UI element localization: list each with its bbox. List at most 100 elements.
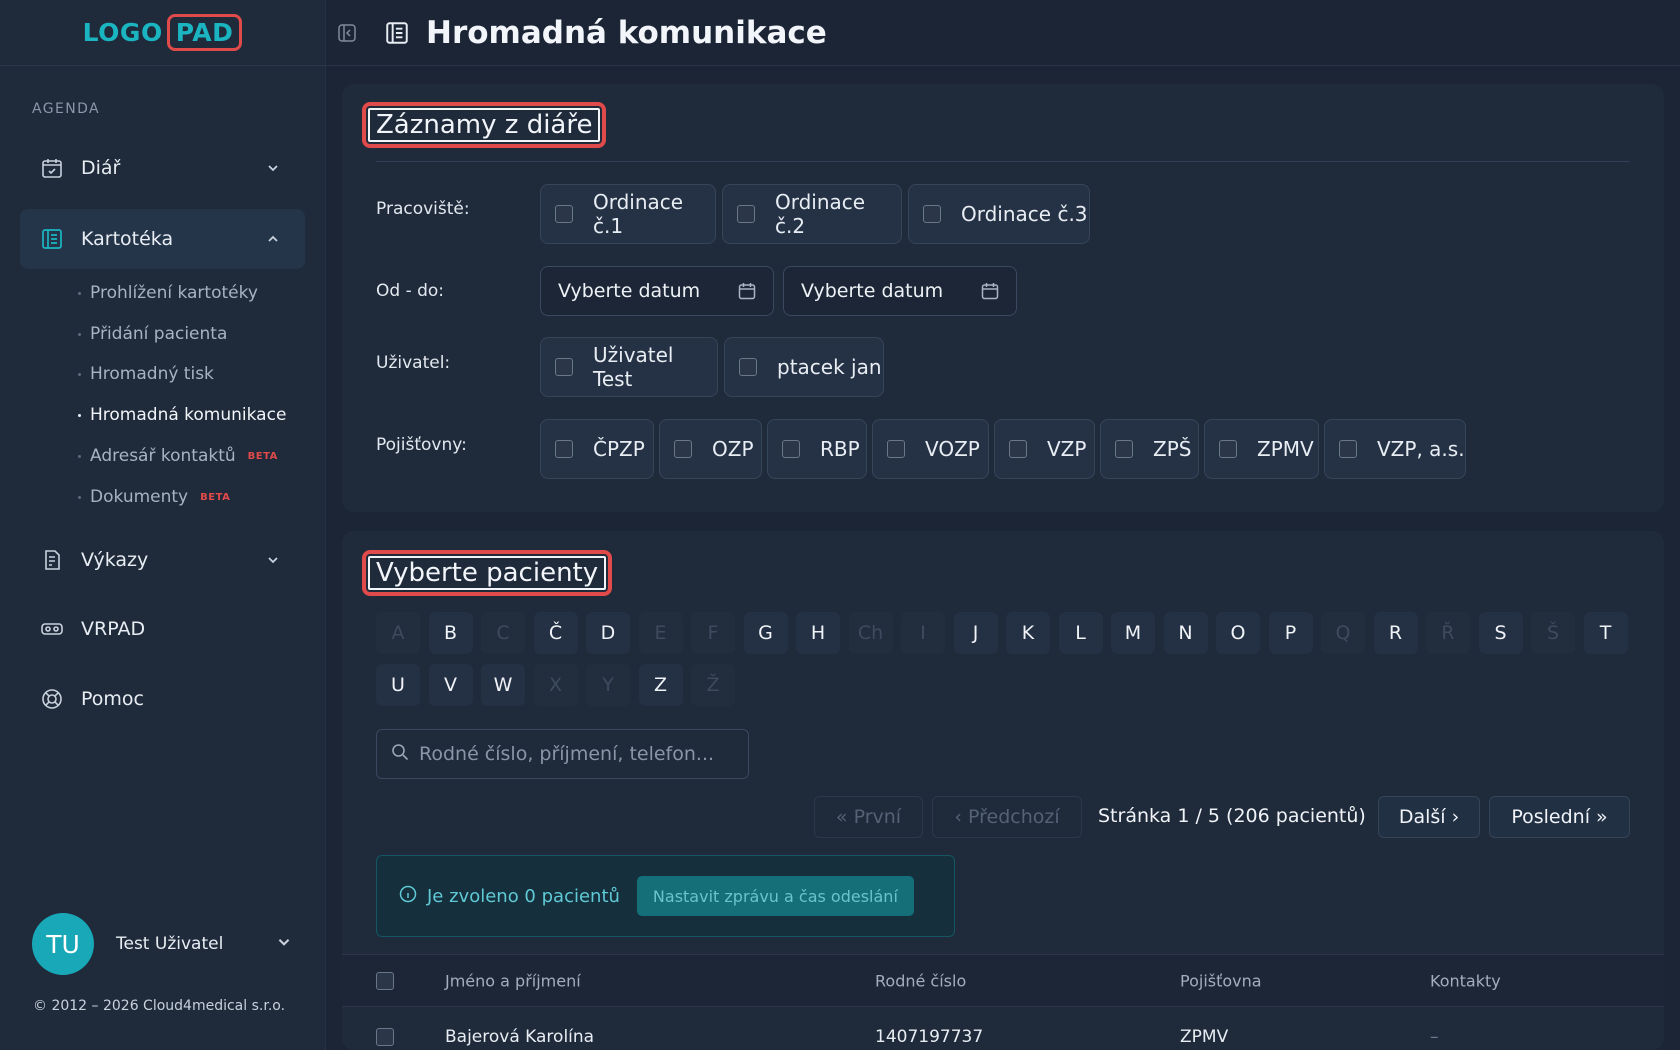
letter-filter-button[interactable]: V xyxy=(428,664,473,706)
sidebar-item-diar[interactable]: Diář xyxy=(20,138,305,198)
table-row[interactable]: Bajerová Karolína 1407197737 ZPMV – xyxy=(342,1007,1664,1050)
table-header: Jméno a příjmení Rodné číslo Pojišťovna … xyxy=(342,954,1664,1007)
checkbox[interactable] xyxy=(555,440,573,458)
sidebar-subitem-label: Hromadný tisk xyxy=(90,364,214,384)
letter-filter-button[interactable]: D xyxy=(586,612,630,654)
checkbox[interactable] xyxy=(555,358,573,376)
date-from-input[interactable]: Vyberte datum xyxy=(540,266,774,316)
sidebar-subitem-label: Adresář kontaktů xyxy=(90,446,236,466)
letter-filter-button[interactable]: S xyxy=(1478,612,1523,654)
insurer-checkbox-rbp[interactable]: RBP xyxy=(767,419,867,479)
sidebar-subitem-hromadna-komunikace[interactable]: Hromadná komunikace xyxy=(78,405,286,425)
letter-filter-button[interactable]: H xyxy=(796,612,840,654)
workplace-checkbox-3[interactable]: Ordinace č.3 xyxy=(908,184,1090,244)
workplace-checkbox-2[interactable]: Ordinace č.2 xyxy=(722,184,902,244)
checkbox[interactable] xyxy=(887,440,905,458)
chip-label: Uživatel Test xyxy=(593,343,674,391)
letter-filter-button[interactable]: M xyxy=(1111,612,1155,654)
insurer-checkbox-vzp-as[interactable]: VZP, a.s. xyxy=(1324,419,1466,479)
user-label: Uživatel: xyxy=(376,353,451,373)
sidebar-item-kartoteka[interactable]: Kartotéka xyxy=(20,209,305,269)
letter-filter-button[interactable]: J xyxy=(953,612,998,654)
sidebar-subitem-hromadny-tisk[interactable]: Hromadný tisk xyxy=(78,364,214,384)
letter-filter-button[interactable]: K xyxy=(1006,612,1050,654)
sidebar-item-pomoc[interactable]: Pomoc xyxy=(20,669,305,729)
pagination-last-button[interactable]: Poslední » xyxy=(1489,796,1630,838)
logo[interactable]: LOGO PAD xyxy=(83,14,243,51)
pagination-info: Stránka 1 / 5 (206 pacientů) xyxy=(1098,805,1366,827)
letter-filter-button[interactable]: P xyxy=(1268,612,1313,654)
sidebar-item-label: VRPAD xyxy=(81,618,146,640)
checkbox[interactable] xyxy=(923,205,941,223)
logo-text-logo: LOGO xyxy=(82,18,163,47)
sidebar-subitem-pridani[interactable]: Přidání pacienta xyxy=(78,324,227,344)
checkbox[interactable] xyxy=(739,358,757,376)
chip-label: VZP, a.s. xyxy=(1377,437,1465,461)
date-range-label: Od - do: xyxy=(376,281,445,301)
chevron-down-icon xyxy=(263,158,283,178)
row-checkbox[interactable] xyxy=(376,1028,394,1046)
letter-filter-button: Š xyxy=(1531,612,1575,654)
sidebar-item-vrpad[interactable]: VRPAD xyxy=(20,599,305,659)
letter-filter-button[interactable]: U xyxy=(376,664,420,706)
letter-filter-button[interactable]: O xyxy=(1216,612,1260,654)
user-checkbox-2[interactable]: ptacek jan xyxy=(724,337,884,397)
collapse-sidebar-icon[interactable] xyxy=(336,22,358,44)
pagination-prev-button[interactable]: ‹ Předchozí xyxy=(932,796,1082,838)
column-header-name[interactable]: Jméno a příjmení xyxy=(445,971,581,990)
workplace-checkbox-1[interactable]: Ordinace č.1 xyxy=(540,184,716,244)
chip-label: Ordinace č.1 xyxy=(593,190,684,238)
checkbox[interactable] xyxy=(674,440,692,458)
checkbox[interactable] xyxy=(782,440,800,458)
sidebar-subitem-label: Prohlížení kartotéky xyxy=(90,283,258,303)
letter-filter-button[interactable]: T xyxy=(1583,612,1628,654)
checkbox[interactable] xyxy=(737,205,755,223)
letter-filter-button[interactable]: L xyxy=(1058,612,1103,654)
pagination-first-button[interactable]: « První xyxy=(814,796,923,838)
sidebar-item-vykazy[interactable]: Výkazy xyxy=(20,530,305,590)
letter-filter-button[interactable]: G xyxy=(743,612,788,654)
checkbox[interactable] xyxy=(555,205,573,223)
insurer-checkbox-ozp[interactable]: OZP xyxy=(659,419,762,479)
insurer-checkbox-zpmv[interactable]: ZPMV xyxy=(1204,419,1319,479)
checkbox[interactable] xyxy=(1009,440,1027,458)
letter-filter-button: E xyxy=(638,612,683,654)
letter-filter-button[interactable]: R xyxy=(1373,612,1418,654)
letter-filter-button[interactable]: W xyxy=(481,664,525,706)
chip-label: ptacek jan xyxy=(777,355,882,379)
sidebar-subitem-dokumenty[interactable]: Dokumenty BETA xyxy=(78,487,230,507)
sidebar: LOGO PAD AGENDA Diář Kartotéka Prohlížen… xyxy=(0,0,326,1050)
chip-label: ČPZP xyxy=(593,437,645,461)
column-header-birth-number[interactable]: Rodné číslo xyxy=(875,971,966,990)
chip-label: OZP xyxy=(712,437,754,461)
sidebar-subitem-prohlizeni[interactable]: Prohlížení kartotéky xyxy=(78,283,258,303)
insurer-checkbox-cpzp[interactable]: ČPZP xyxy=(540,419,654,479)
insurer-checkbox-zps[interactable]: ZPŠ xyxy=(1100,419,1199,479)
checkbox[interactable] xyxy=(1339,440,1357,458)
date-to-input[interactable]: Vyberte datum xyxy=(783,266,1017,316)
info-icon xyxy=(399,885,417,907)
checkbox[interactable] xyxy=(1115,440,1133,458)
date-from-placeholder: Vyberte datum xyxy=(558,280,701,302)
checkbox[interactable] xyxy=(1219,440,1237,458)
sidebar-subitem-adresar[interactable]: Adresář kontaktů BETA xyxy=(78,446,278,466)
select-all-checkbox[interactable] xyxy=(376,971,394,990)
set-message-button[interactable]: Nastavit zprávu a čas odeslání xyxy=(636,876,914,916)
letter-filter-button[interactable]: Č xyxy=(533,612,578,654)
letter-filter-button[interactable]: B xyxy=(428,612,473,654)
search-input[interactable] xyxy=(419,743,739,765)
cell-name: Bajerová Karolína xyxy=(445,1027,595,1047)
calendar-check-icon xyxy=(40,156,64,180)
column-header-insurer[interactable]: Pojišťovna xyxy=(1180,971,1262,990)
letter-filter-button[interactable]: Z xyxy=(638,664,683,706)
patient-search[interactable] xyxy=(376,729,749,779)
user-menu[interactable]: TU Test Uživatel xyxy=(32,913,292,975)
letter-filter-button[interactable]: N xyxy=(1163,612,1208,654)
letter-filter-button: Y xyxy=(586,664,630,706)
insurer-checkbox-vzp[interactable]: VZP xyxy=(994,419,1095,479)
insurer-checkbox-vozp[interactable]: VOZP xyxy=(872,419,989,479)
pagination-next-button[interactable]: Další › xyxy=(1378,796,1480,838)
cell-insurer: ZPMV xyxy=(1180,1027,1229,1047)
user-checkbox-1[interactable]: Uživatel Test xyxy=(540,337,718,397)
user-name: Test Uživatel xyxy=(116,934,224,954)
